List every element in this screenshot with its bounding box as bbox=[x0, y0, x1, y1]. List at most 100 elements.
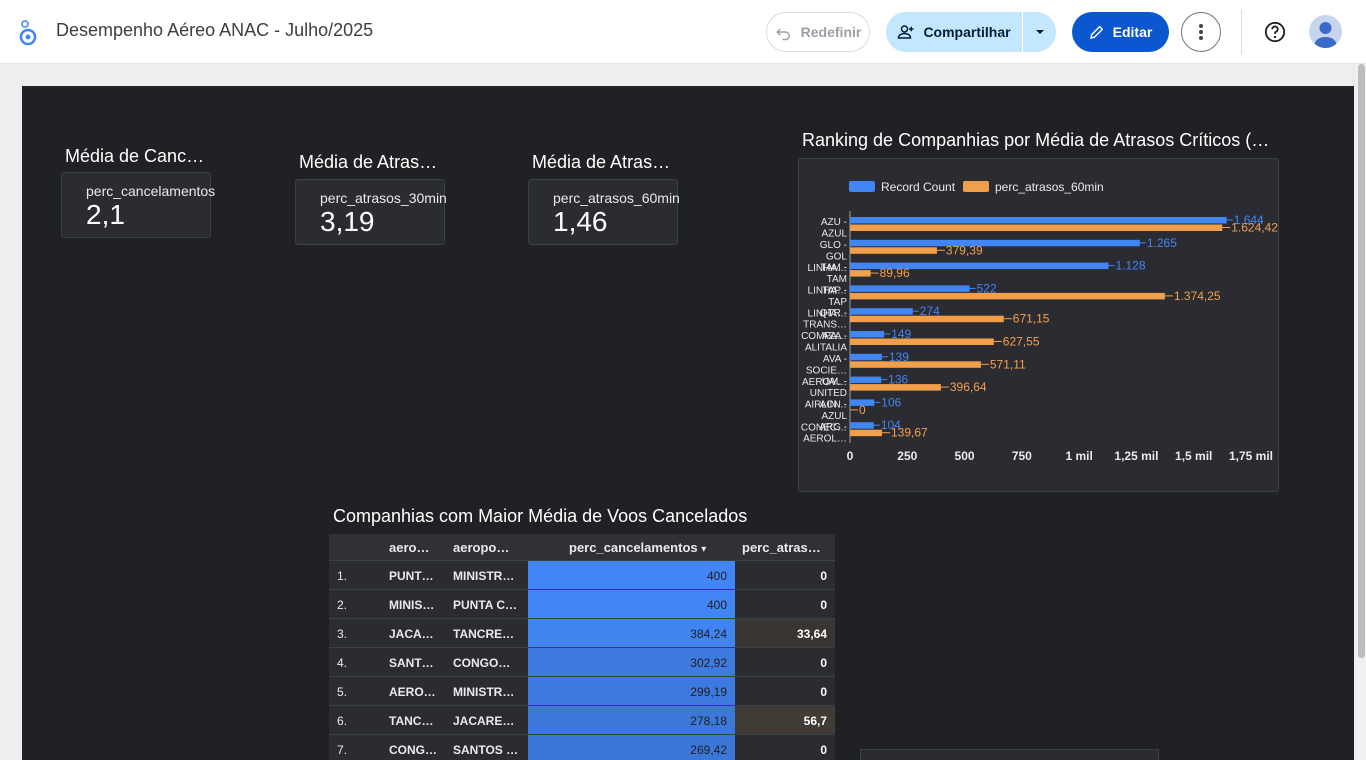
legend-swatch-record-count bbox=[849, 181, 875, 192]
x-tick-label: 250 bbox=[897, 449, 917, 463]
share-button[interactable]: Compartilhar bbox=[886, 12, 1022, 52]
data-label-record-count: 149 bbox=[891, 327, 911, 341]
cancellations-table[interactable]: aero… aeropo… perc_cancelamentos ▾ perc_… bbox=[329, 534, 835, 760]
row-index: 4. bbox=[337, 656, 348, 670]
y-tick-label: ALITALIA bbox=[805, 343, 847, 354]
cell-perc-atrasos: 0 bbox=[820, 743, 827, 757]
cell-perc-atrasos: 0 bbox=[820, 656, 827, 670]
data-label-record-count: 522 bbox=[977, 281, 997, 295]
cell-perc-cancelamentos: 299,19 bbox=[690, 685, 727, 699]
row-index: 1. bbox=[337, 569, 348, 583]
cell-perc-cancelamentos: 278,18 bbox=[690, 714, 727, 728]
data-label-perc-atrasos-60: 571,11 bbox=[990, 357, 1026, 371]
share-dropdown-button[interactable] bbox=[1023, 12, 1056, 52]
more-vert-icon bbox=[1199, 24, 1203, 40]
row-index: 6. bbox=[337, 714, 348, 728]
reset-button[interactable]: Redefinir bbox=[766, 12, 870, 52]
cell-perc-cancelamentos-bar: 302,92 bbox=[528, 648, 735, 676]
bar-record-count bbox=[850, 239, 1140, 247]
table-row[interactable]: 4. SANT… CONGO… 302,92 0 bbox=[329, 647, 835, 676]
cell-perc-cancelamentos: 384,24 bbox=[690, 627, 727, 641]
x-tick-label: 0 bbox=[847, 449, 854, 463]
undo-icon bbox=[775, 28, 790, 41]
bar-record-count bbox=[850, 353, 882, 361]
y-tick-label: TAM - bbox=[821, 263, 847, 274]
partial-chart-container bbox=[860, 749, 1159, 760]
y-tick-label: AZA - bbox=[822, 331, 847, 342]
cell-perc-cancelamentos-bar: 384,24 bbox=[528, 619, 735, 647]
scorecard-atrasos-60[interactable]: perc_atrasos_60min 1,46 bbox=[528, 179, 680, 245]
more-options-button[interactable] bbox=[1181, 12, 1221, 52]
bar-perc-atrasos-60 bbox=[850, 429, 883, 437]
y-tick-label: AZU - bbox=[821, 217, 847, 228]
cell-perc-cancelamentos: 400 bbox=[706, 569, 727, 583]
bar-record-count bbox=[850, 308, 913, 315]
bar-perc-atrasos-60 bbox=[850, 361, 981, 368]
y-tick-label: SOCIE… bbox=[806, 365, 847, 376]
cell-aeroporto-destino: SANTOS … bbox=[453, 743, 519, 757]
y-tick-label: TRANS… bbox=[803, 320, 847, 331]
cell-aeroporto-destino: TANCRE… bbox=[453, 627, 515, 641]
row-index: 3. bbox=[337, 627, 348, 641]
table-row[interactable]: 7. CONG… SANTOS … 269,42 0 bbox=[329, 734, 835, 760]
table-title: Companhias com Maior Média de Voos Cance… bbox=[333, 506, 748, 526]
account-avatar-icon[interactable] bbox=[1309, 15, 1342, 48]
report-title[interactable]: Desempenho Aéreo ANAC - Julho/2025 bbox=[56, 20, 373, 41]
table-header: aero… aeropo… perc_cancelamentos ▾ perc_… bbox=[329, 534, 835, 560]
y-tick-label: QTR - bbox=[820, 308, 847, 319]
table-row[interactable]: 1. PUNT… MINISTR… 400 0 bbox=[329, 560, 835, 589]
table-row[interactable]: 5. AERO… MINISTR… 299,19 0 bbox=[329, 676, 835, 705]
page-scrollbar-thumb[interactable] bbox=[1358, 64, 1365, 658]
column-header-perc-atrasos[interactable]: perc_atras… bbox=[742, 540, 830, 555]
row-index: 5. bbox=[337, 685, 348, 699]
column-label: perc_cancelamentos bbox=[569, 540, 698, 555]
scorecard-label: perc_cancelamentos bbox=[86, 183, 216, 199]
looker-studio-logo-icon[interactable] bbox=[16, 18, 40, 46]
scorecard-atrasos-30[interactable]: perc_atrasos_30min 3,19 bbox=[295, 179, 447, 245]
data-label-record-count: 136 bbox=[888, 373, 908, 387]
scorecard-value: 2,1 bbox=[86, 199, 125, 230]
data-label-perc-atrasos-60: 671,15 bbox=[1013, 312, 1050, 326]
legend-label-record-count: Record Count bbox=[881, 180, 956, 194]
data-label-perc-atrasos-60: 0 bbox=[859, 403, 866, 417]
cell-perc-cancelamentos-bar: 278,18 bbox=[528, 706, 735, 734]
cell-perc-atrasos: 33,64 bbox=[796, 627, 827, 641]
data-label-record-count: 1.128 bbox=[1115, 259, 1145, 273]
table-row[interactable]: 6. TANC… JACARE… 278,18 56,7 bbox=[329, 705, 835, 734]
cell-perc-atrasos: 0 bbox=[820, 569, 827, 583]
data-label-perc-atrasos-60: 1.374,25 bbox=[1174, 289, 1221, 303]
cell-perc-cancelamentos: 400 bbox=[706, 598, 727, 612]
x-tick-label: 1,5 mil bbox=[1175, 449, 1212, 463]
bar-record-count bbox=[850, 422, 874, 429]
data-label-perc-atrasos-60: 396,64 bbox=[950, 380, 987, 394]
cell-aeroporto-origem: PUNT… bbox=[389, 569, 434, 583]
column-header-aeroporto-destino[interactable]: aeropo… bbox=[453, 540, 519, 555]
cell-perc-cancelamentos-bar: 400 bbox=[528, 561, 735, 589]
table-row[interactable]: 2. MINIS… PUNTA C… 400 0 bbox=[329, 589, 835, 618]
table-row[interactable]: 3. JACA… TANCRE… 384,24 33,64 bbox=[329, 618, 835, 647]
data-label-perc-atrasos-60: 1.624,42 bbox=[1231, 221, 1278, 235]
bar-chart-container[interactable]: Record Count perc_atrasos_60min 1.644 1.624… bbox=[798, 158, 1279, 492]
help-button[interactable] bbox=[1255, 12, 1295, 52]
caret-down-icon bbox=[1035, 30, 1044, 34]
reset-label: Redefinir bbox=[800, 24, 862, 40]
sort-descending-icon[interactable]: ▾ bbox=[701, 544, 706, 555]
scorecard-label: perc_atrasos_60min bbox=[553, 190, 680, 206]
cell-perc-atrasos-heat: 0 bbox=[735, 677, 835, 705]
y-tick-label: AZUL bbox=[821, 411, 847, 422]
scorecard-cancelamentos[interactable]: perc_cancelamentos 2,1 bbox=[61, 172, 215, 238]
x-tick-label: 1,25 mil bbox=[1114, 449, 1158, 463]
bar-perc-atrasos-60 bbox=[850, 338, 994, 345]
column-header-perc-cancelamentos[interactable]: perc_cancelamentos ▾ bbox=[569, 540, 729, 555]
column-header-aeroporto-origem[interactable]: aero… bbox=[389, 540, 437, 555]
bar-perc-atrasos-60 bbox=[850, 247, 937, 254]
bar-record-count bbox=[850, 285, 970, 292]
cell-perc-cancelamentos-bar: 269,42 bbox=[528, 735, 735, 760]
edit-button[interactable]: Editar bbox=[1072, 12, 1169, 52]
bar-record-count bbox=[850, 217, 1227, 224]
cell-perc-cancelamentos-bar: 299,19 bbox=[528, 677, 735, 705]
bar-chart-title: Ranking de Companhias por Média de Atras… bbox=[802, 130, 1270, 150]
cell-perc-atrasos: 0 bbox=[820, 685, 827, 699]
cell-perc-atrasos-heat: 0 bbox=[735, 590, 835, 618]
top-app-bar: Desempenho Aéreo ANAC - Julho/2025 Redef… bbox=[0, 0, 1366, 64]
